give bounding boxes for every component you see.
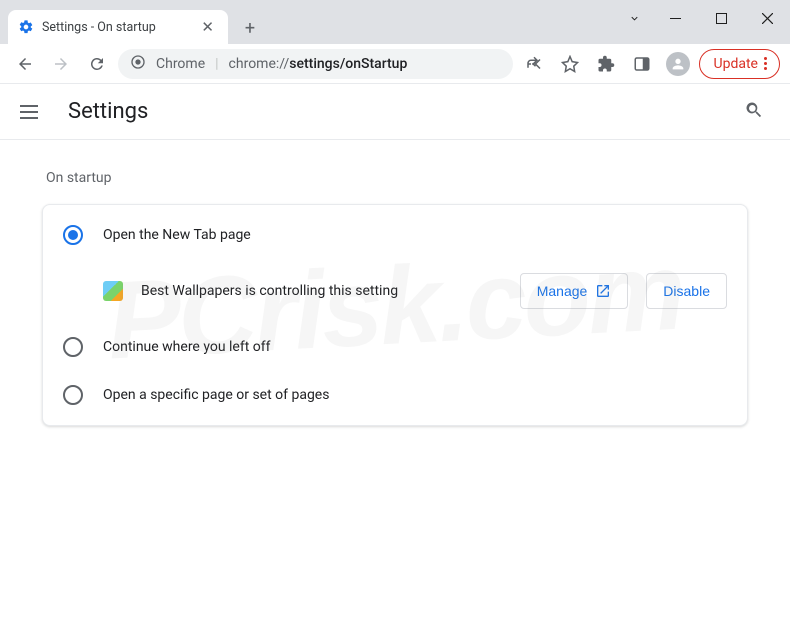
- omnibox-url: chrome://settings/onStartup: [229, 56, 408, 72]
- share-icon[interactable]: [519, 49, 549, 79]
- option-label: Open a specific page or set of pages: [103, 387, 329, 403]
- site-info-icon[interactable]: [130, 54, 146, 74]
- back-icon[interactable]: [10, 49, 40, 79]
- startup-options-card: Open the New Tab page Best Wallpapers is…: [42, 204, 748, 426]
- forward-icon: [46, 49, 76, 79]
- settings-content: On startup Open the New Tab page Best Wa…: [0, 140, 790, 450]
- open-external-icon: [595, 283, 611, 299]
- radio-icon[interactable]: [63, 337, 83, 357]
- extension-icon: [103, 281, 123, 301]
- update-button[interactable]: Update: [699, 49, 780, 79]
- browser-toolbar: Chrome | chrome://settings/onStartup Upd…: [0, 44, 790, 84]
- tab-title: Settings - On startup: [42, 20, 189, 35]
- page-title: Settings: [68, 99, 714, 124]
- update-label: Update: [714, 56, 758, 72]
- kebab-menu-icon: [764, 57, 767, 70]
- close-window-icon[interactable]: [744, 0, 790, 36]
- section-title: On startup: [46, 170, 748, 186]
- option-new-tab[interactable]: Open the New Tab page: [43, 211, 747, 259]
- extensions-puzzle-icon[interactable]: [591, 49, 621, 79]
- side-panel-icon[interactable]: [627, 49, 657, 79]
- option-label: Open the New Tab page: [103, 227, 251, 243]
- maximize-icon[interactable]: [698, 0, 744, 36]
- close-tab-icon[interactable]: ✕: [197, 18, 218, 37]
- gear-icon: [18, 19, 34, 35]
- window-titlebar: Settings - On startup ✕ +: [0, 0, 790, 44]
- manage-label: Manage: [537, 283, 588, 299]
- new-tab-button[interactable]: +: [236, 14, 264, 42]
- radio-icon[interactable]: [63, 385, 83, 405]
- option-label: Continue where you left off: [103, 339, 271, 355]
- option-continue[interactable]: Continue where you left off: [43, 323, 747, 371]
- window-controls: [616, 0, 790, 36]
- omnibox-source: Chrome: [156, 56, 205, 72]
- controlled-text: Best Wallpapers is controlling this sett…: [141, 283, 502, 299]
- address-bar[interactable]: Chrome | chrome://settings/onStartup: [118, 49, 513, 79]
- disable-label: Disable: [663, 283, 710, 299]
- chevron-down-icon[interactable]: [616, 0, 652, 36]
- settings-app-header: Settings: [0, 84, 790, 140]
- radio-icon[interactable]: [63, 225, 83, 245]
- controlled-by-extension-row: Best Wallpapers is controlling this sett…: [43, 259, 747, 323]
- bookmark-star-icon[interactable]: [555, 49, 585, 79]
- hamburger-menu-icon[interactable]: [20, 100, 44, 124]
- search-icon[interactable]: [738, 94, 770, 130]
- profile-avatar-icon[interactable]: [663, 49, 693, 79]
- browser-tab[interactable]: Settings - On startup ✕: [8, 10, 228, 44]
- disable-button[interactable]: Disable: [646, 273, 727, 309]
- minimize-icon[interactable]: [652, 0, 698, 36]
- manage-button[interactable]: Manage: [520, 273, 629, 309]
- reload-icon[interactable]: [82, 49, 112, 79]
- option-specific-pages[interactable]: Open a specific page or set of pages: [43, 371, 747, 419]
